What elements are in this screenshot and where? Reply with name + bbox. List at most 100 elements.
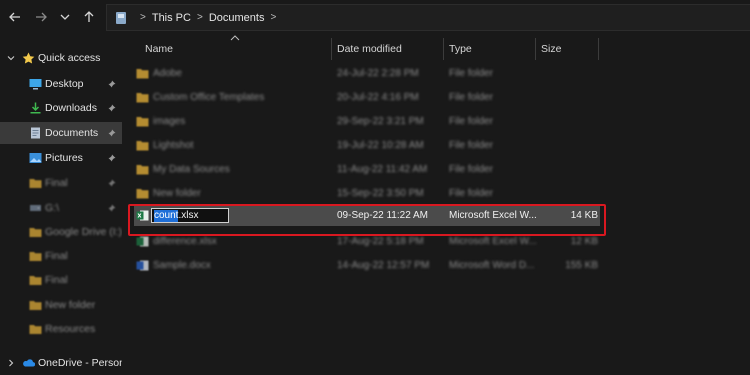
- back-button[interactable]: [6, 8, 24, 26]
- desktop-icon: [29, 78, 42, 90]
- sidebar-item-label: Google Drive (I:): [45, 226, 122, 238]
- chevron-right-icon: [9, 359, 14, 367]
- up-arrow-icon: [84, 11, 94, 22]
- sidebar-item-final[interactable]: Final: [0, 172, 122, 194]
- chevron-down-icon: [7, 56, 15, 61]
- breadcrumb-documents[interactable]: Documents: [209, 12, 265, 24]
- forward-arrow-icon: [36, 12, 47, 22]
- documents-icon: [29, 127, 42, 139]
- sidebar-item-documents[interactable]: Documents: [0, 122, 122, 144]
- column-header-size[interactable]: Size: [541, 43, 561, 55]
- sidebar-item-desktop[interactable]: Desktop: [0, 73, 122, 95]
- folder-icon: [136, 93, 149, 103]
- pin-icon[interactable]: [108, 104, 116, 112]
- folder-icon: [136, 69, 149, 79]
- folder-icon: [29, 323, 42, 335]
- file-list-pane: Name Date modified Type Size Adobe 24-Ju…: [122, 35, 750, 375]
- pin-icon[interactable]: [108, 179, 116, 187]
- folder-icon: [29, 177, 42, 189]
- column-divider[interactable]: [443, 38, 444, 60]
- sidebar-item-label: Final: [45, 177, 68, 189]
- file-date: 24-Jul-22 2:28 PM: [337, 68, 419, 79]
- sidebar-item-onedrive[interactable]: OneDrive - Personal: [0, 352, 122, 374]
- file-type: File folder: [449, 92, 493, 103]
- column-header-type[interactable]: Type: [449, 43, 472, 55]
- file-row[interactable]: My Data Sources 11-Aug-22 11:42 AM File …: [134, 160, 600, 180]
- file-date: 11-Aug-22 11:42 AM: [337, 164, 428, 175]
- rename-input[interactable]: count .xlsx: [151, 208, 229, 223]
- excel-icon: [136, 236, 149, 247]
- up-button[interactable]: [80, 8, 98, 26]
- file-explorer-window: > This PC > Documents > Quick access Des…: [0, 0, 750, 375]
- file-row[interactable]: Sample.docx 14-Aug-22 12:57 PM Microsoft…: [134, 256, 600, 276]
- file-type: File folder: [449, 188, 493, 199]
- file-type: File folder: [449, 164, 493, 175]
- folder-icon: [29, 299, 42, 311]
- file-row[interactable]: Adobe 24-Jul-22 2:28 PM File folder: [134, 64, 600, 84]
- sidebar-item-label: Documents: [45, 127, 99, 139]
- address-bar[interactable]: > This PC > Documents >: [106, 4, 750, 31]
- file-name: My Data Sources: [153, 164, 230, 175]
- chevron-right-icon: >: [270, 12, 277, 23]
- sidebar-item-resources[interactable]: Resources: [0, 318, 122, 340]
- column-divider[interactable]: [598, 38, 599, 60]
- chevron-right-icon: >: [140, 12, 146, 23]
- file-row[interactable]: images 29-Sep-22 3:21 PM File folder: [134, 112, 600, 132]
- sidebar-item-label: Quick access: [38, 52, 101, 64]
- column-divider[interactable]: [535, 38, 536, 60]
- sidebar-item-label: Pictures: [45, 152, 83, 164]
- sidebar-item-pictures[interactable]: Pictures: [0, 147, 122, 169]
- sidebar-item-new-folder[interactable]: New folder: [0, 294, 122, 316]
- file-name: New folder: [153, 188, 201, 199]
- column-headers: Name Date modified Type Size: [122, 35, 750, 62]
- pin-icon[interactable]: [108, 129, 116, 137]
- chevron-down-icon: [60, 14, 70, 20]
- file-type: File folder: [449, 116, 493, 127]
- forward-button[interactable]: [32, 8, 50, 26]
- file-size: 155 KB: [565, 260, 598, 271]
- sidebar-item-quick-access[interactable]: Quick access: [0, 47, 122, 69]
- pictures-icon: [29, 152, 42, 164]
- drive-icon: [29, 202, 42, 214]
- chevron-right-icon: >: [196, 12, 203, 23]
- file-name: Custom Office Templates: [153, 92, 265, 103]
- column-header-date-modified[interactable]: Date modified: [337, 43, 402, 55]
- rename-selected-text: count: [154, 209, 179, 222]
- file-name: difference.xlsx: [153, 236, 217, 247]
- column-header-name[interactable]: Name: [145, 43, 173, 55]
- pin-icon[interactable]: [108, 154, 116, 162]
- sidebar-item-label: New folder: [45, 299, 96, 311]
- excel-icon: [136, 210, 149, 221]
- sidebar-item-label: OneDrive - Personal: [38, 357, 122, 369]
- file-row-renaming[interactable]: count .xlsx 09-Sep-22 11:22 AM Microsoft …: [134, 206, 600, 226]
- folder-icon: [29, 226, 42, 238]
- navigation-bar: > This PC > Documents >: [0, 0, 750, 36]
- file-row[interactable]: New folder 15-Sep-22 3:50 PM File folder: [134, 184, 600, 204]
- sidebar-item-final[interactable]: Final: [0, 245, 122, 267]
- onedrive-cloud-icon: [22, 357, 35, 369]
- pin-icon[interactable]: [108, 204, 116, 212]
- sidebar-item-downloads[interactable]: Downloads: [0, 97, 122, 119]
- sidebar-item-label: G:\: [45, 202, 60, 214]
- file-name: images: [153, 116, 186, 127]
- folder-icon: [136, 189, 149, 199]
- file-name: Adobe: [153, 68, 182, 79]
- recent-locations-button[interactable]: [56, 8, 74, 26]
- rename-extension-text: .xlsx: [178, 209, 199, 221]
- sidebar-item-label: Resources: [45, 323, 96, 335]
- column-divider[interactable]: [331, 38, 332, 60]
- back-arrow-icon: [9, 12, 20, 22]
- navigation-pane: Quick access Desktop Downloads Documents: [0, 36, 122, 375]
- file-row[interactable]: Lightshot 19-Jul-22 10:28 AM File folder: [134, 136, 600, 156]
- sidebar-item-final[interactable]: Final: [0, 269, 122, 291]
- pin-icon[interactable]: [108, 80, 116, 88]
- sidebar-item-google-drive[interactable]: Google Drive (I:): [0, 221, 122, 243]
- sidebar-item-drive-g[interactable]: G:\: [0, 197, 122, 219]
- file-row[interactable]: difference.xlsx 17-Aug-22 5:18 PM Micros…: [134, 232, 600, 252]
- file-date: 09-Sep-22 11:22 AM: [337, 210, 428, 221]
- file-type: Microsoft Word D...: [449, 260, 535, 271]
- file-row[interactable]: Custom Office Templates 20-Jul-22 4:16 P…: [134, 88, 600, 108]
- folder-icon: [29, 274, 42, 286]
- sort-ascending-icon: [230, 35, 240, 41]
- breadcrumb-this-pc[interactable]: This PC: [152, 12, 191, 24]
